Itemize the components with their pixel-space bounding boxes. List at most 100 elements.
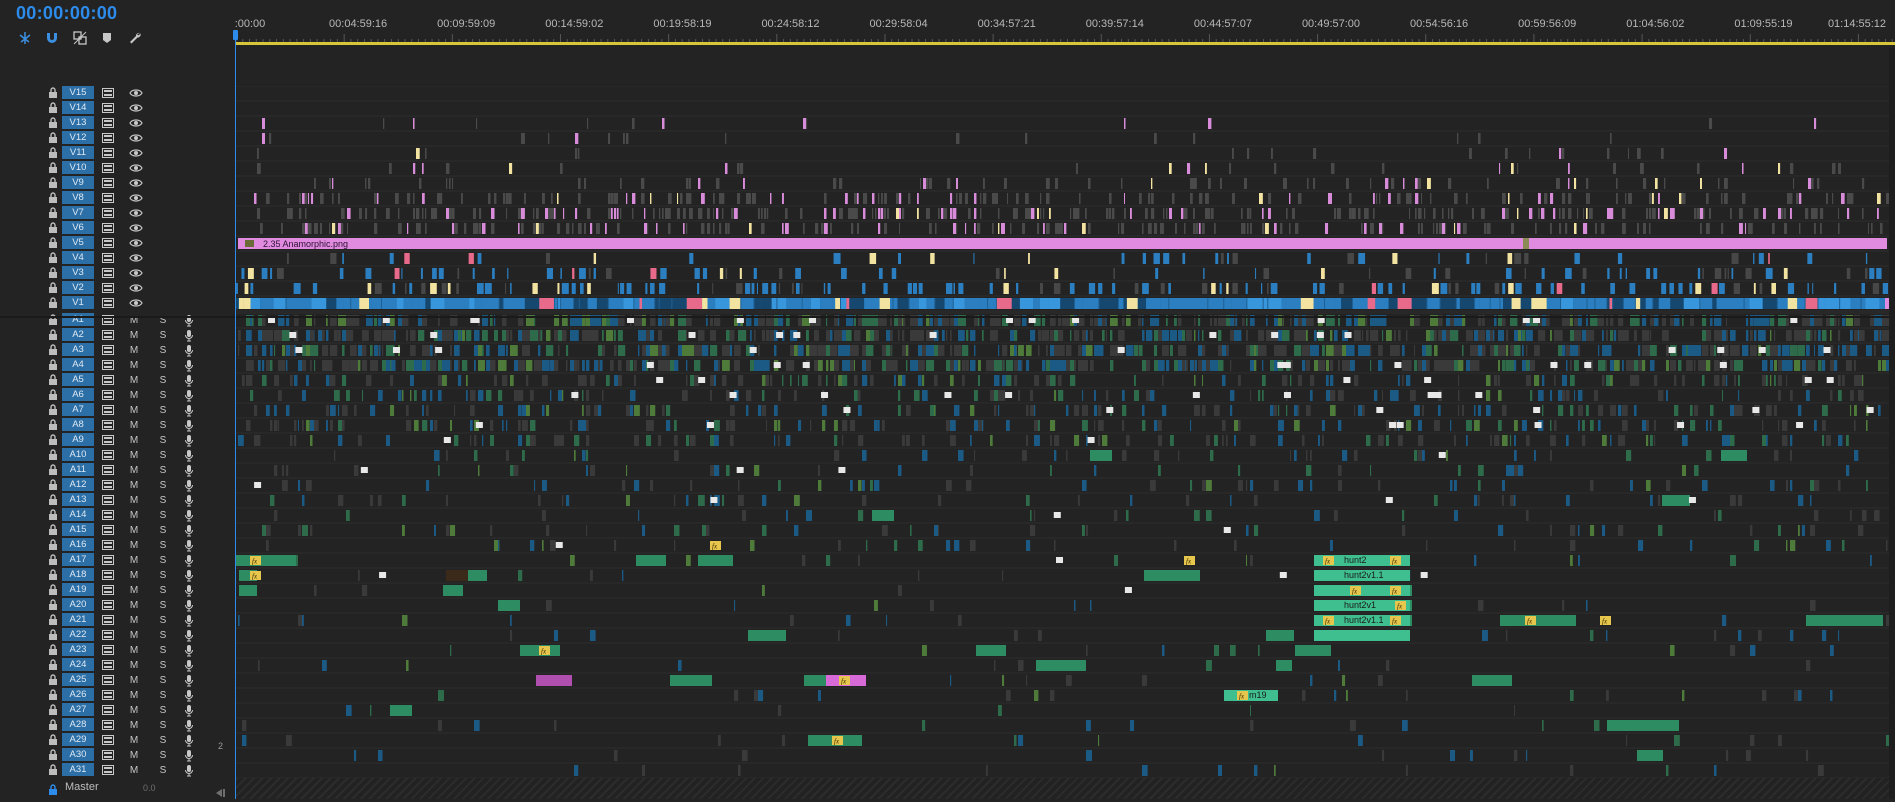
video-clip[interactable] — [956, 223, 958, 234]
audio-clip[interactable] — [1590, 630, 1594, 641]
audio-clip[interactable] — [1354, 405, 1356, 416]
video-clip[interactable] — [917, 193, 919, 204]
video-clip[interactable] — [898, 298, 909, 309]
audio-clip[interactable] — [1594, 390, 1599, 401]
audio-clip[interactable] — [1162, 345, 1167, 356]
video-clip[interactable] — [1505, 208, 1509, 219]
video-clip[interactable] — [1787, 283, 1795, 294]
audio-clip[interactable] — [762, 360, 770, 371]
video-clip[interactable] — [386, 208, 390, 219]
audio-clip[interactable] — [306, 480, 312, 491]
audio-clip[interactable] — [1518, 330, 1521, 341]
audio-clip[interactable] — [1006, 360, 1014, 371]
video-clip[interactable] — [741, 298, 754, 309]
audio-clip[interactable] — [1694, 405, 1699, 416]
video-clip[interactable] — [1520, 193, 1523, 204]
video-clip[interactable] — [374, 283, 382, 294]
audio-clip[interactable] — [542, 360, 550, 371]
audio-clip[interactable] — [566, 495, 570, 506]
video-clip[interactable] — [293, 283, 301, 294]
audio-clip[interactable] — [1226, 345, 1229, 356]
audio-clip[interactable] — [1610, 405, 1616, 416]
video-clip[interactable] — [447, 283, 451, 294]
video-clip[interactable] — [1550, 223, 1552, 234]
video-clip[interactable] — [672, 298, 687, 309]
video-clip[interactable] — [1388, 298, 1398, 309]
audio-clip[interactable] — [1086, 345, 1093, 356]
video-clip[interactable] — [276, 268, 284, 279]
audio-clip[interactable] — [850, 360, 854, 371]
microphone-icon[interactable] — [183, 448, 195, 462]
audio-clip[interactable] — [1058, 375, 1062, 386]
audio-clip[interactable] — [1798, 690, 1802, 701]
video-clip[interactable] — [1415, 208, 1417, 219]
audio-clip[interactable] — [534, 360, 542, 371]
audio-clip[interactable] — [1774, 330, 1776, 341]
audio-clip[interactable] — [1330, 375, 1334, 386]
lock-icon[interactable] — [48, 479, 58, 491]
video-clip[interactable] — [347, 208, 351, 219]
audio-clip[interactable] — [1422, 450, 1425, 461]
audio-clip[interactable] — [622, 480, 626, 491]
video-clip[interactable] — [446, 163, 450, 174]
video-clip[interactable] — [335, 223, 337, 234]
audio-clip[interactable] — [590, 630, 596, 641]
audio-clip[interactable] — [310, 420, 315, 431]
audio-clip[interactable] — [1450, 420, 1452, 431]
video-clip[interactable] — [878, 193, 880, 204]
audio-clip[interactable] — [1574, 330, 1579, 341]
video-clip[interactable] — [1613, 298, 1621, 309]
video-clip[interactable] — [1811, 178, 1814, 189]
audio-clip[interactable] — [1838, 390, 1842, 401]
audio-clip[interactable] — [826, 375, 828, 386]
video-clip[interactable] — [1622, 208, 1626, 219]
audio-clip[interactable] — [1014, 345, 1017, 356]
audio-clip[interactable] — [874, 330, 879, 341]
audio-clip[interactable] — [422, 390, 427, 401]
transition-marker[interactable] — [1534, 422, 1542, 428]
audio-clip[interactable] — [1414, 360, 1418, 371]
audio-clip[interactable] — [1158, 435, 1163, 446]
audio-clip[interactable] — [262, 360, 265, 371]
audio-clip[interactable] — [1478, 465, 1484, 476]
video-clip[interactable] — [578, 223, 582, 234]
video-clip[interactable] — [558, 298, 561, 309]
audio-clip[interactable] — [498, 390, 503, 401]
video-clip[interactable] — [1799, 193, 1802, 204]
audio-clip[interactable] — [918, 360, 925, 371]
video-clip[interactable] — [697, 283, 700, 294]
audio-clip[interactable] — [874, 420, 878, 431]
audio-clip[interactable] — [442, 330, 451, 341]
video-clip[interactable] — [778, 283, 781, 294]
video-clip[interactable] — [1730, 208, 1732, 219]
video-clip[interactable] — [1658, 298, 1671, 309]
audio-clip[interactable] — [1334, 330, 1338, 341]
audio-clip[interactable] — [338, 330, 341, 341]
video-clip[interactable] — [835, 298, 841, 309]
eye-icon[interactable] — [128, 176, 144, 190]
audio-clip[interactable] — [1814, 510, 1819, 521]
video-clip[interactable] — [761, 223, 765, 234]
audio-clip[interactable] — [1434, 495, 1438, 506]
video-clip[interactable] — [1658, 193, 1660, 204]
audio-clip[interactable] — [1626, 360, 1635, 371]
audio-clip[interactable] — [870, 480, 873, 491]
audio-clip[interactable] — [1702, 345, 1709, 356]
audio-clip[interactable] — [1670, 645, 1675, 656]
audio-clip[interactable] — [1194, 375, 1196, 386]
audio-clip[interactable] — [1714, 510, 1716, 521]
audio-clip[interactable] — [1402, 720, 1408, 731]
video-clip[interactable] — [468, 253, 474, 264]
audio-clip[interactable] — [1794, 690, 1799, 701]
audio-clip[interactable] — [438, 690, 444, 701]
video-clip[interactable] — [1208, 118, 1212, 129]
video-clip[interactable] — [1202, 223, 1205, 234]
audio-clip[interactable] — [1870, 555, 1872, 566]
audio-clip[interactable] — [1574, 360, 1579, 371]
audio-clip[interactable] — [1142, 765, 1148, 776]
video-clip[interactable] — [645, 283, 648, 294]
video-clip[interactable] — [1559, 208, 1561, 219]
video-clip[interactable] — [677, 208, 680, 219]
audio-clip[interactable] — [1118, 330, 1125, 341]
sync-lock-icon[interactable] — [101, 703, 115, 717]
